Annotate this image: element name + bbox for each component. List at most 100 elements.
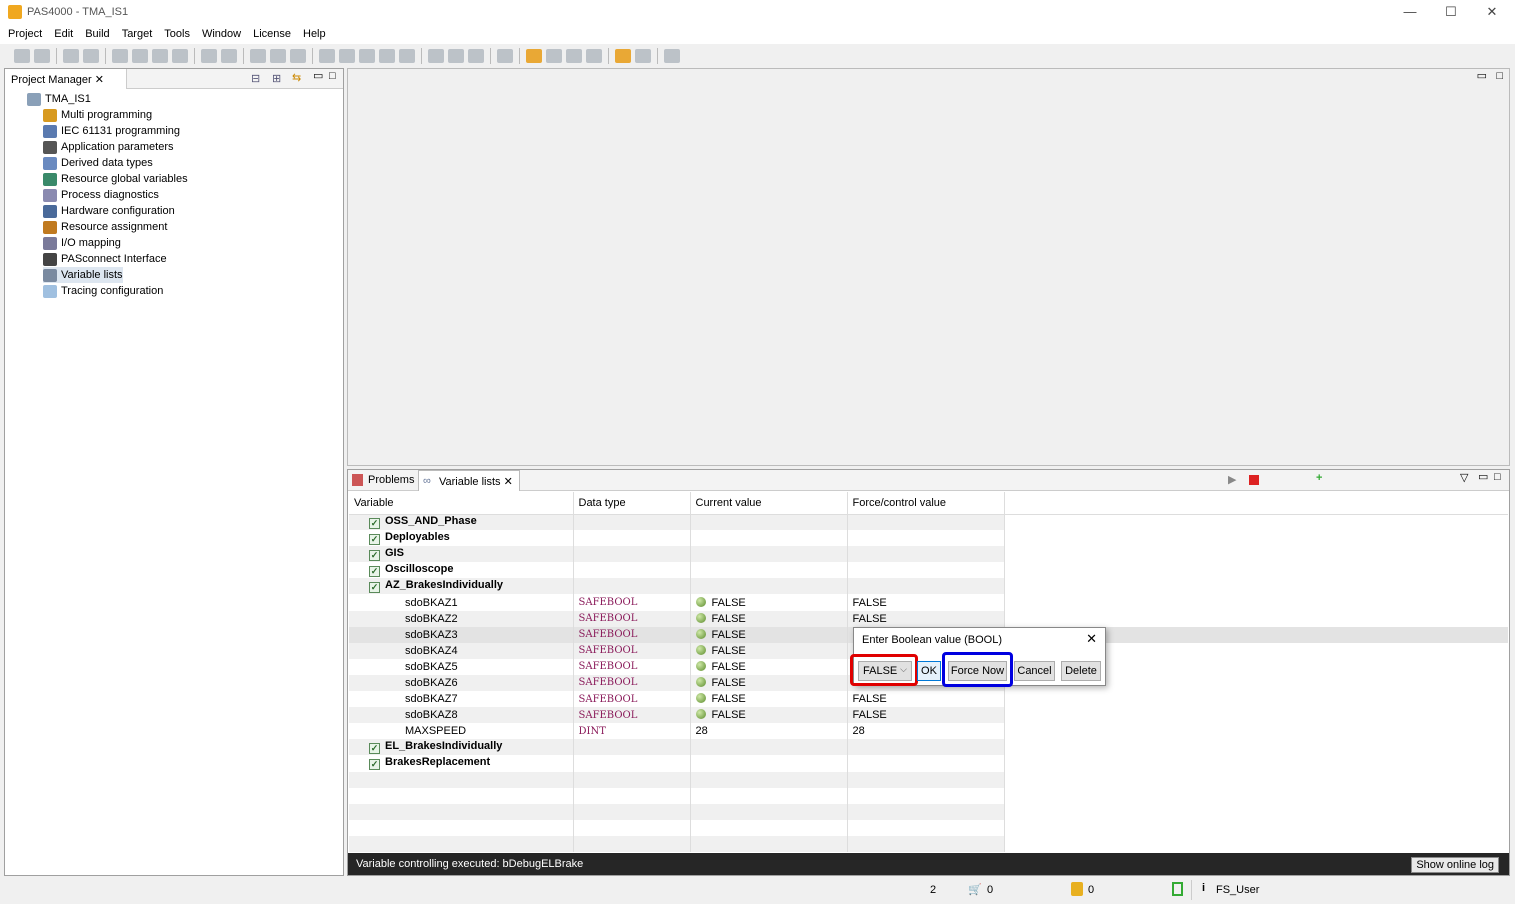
checkbox[interactable]: ✓: [369, 582, 380, 594]
tab-project-manager[interactable]: Project Manager ✕: [5, 69, 127, 89]
ok-button[interactable]: OK: [917, 661, 941, 681]
table-row[interactable]: ✓ Oscilloscope: [349, 562, 1508, 579]
toolbar-button-icon[interactable]: [635, 49, 651, 63]
tree-item[interactable]: Application parameters: [43, 139, 174, 155]
toolbar-button-icon[interactable]: [546, 49, 562, 63]
toolbar-button-icon[interactable]: [34, 49, 50, 63]
table-row[interactable]: ✓ Deployables: [349, 530, 1508, 547]
minimize-button[interactable]: —: [1400, 4, 1420, 22]
column-header-data-type[interactable]: Data type: [573, 492, 691, 515]
toolbar-button-icon[interactable]: [63, 49, 79, 63]
toolbar-button-icon[interactable]: [566, 49, 582, 63]
table-row[interactable]: ✓ BrakesReplacement: [349, 755, 1508, 772]
table-row[interactable]: sdoBKAZ7 SAFEBOOL FALSE FALSE: [349, 691, 1508, 708]
minimize-view-icon[interactable]: ▭: [313, 69, 323, 82]
toolbar-button-icon[interactable]: [83, 49, 99, 63]
delete-button[interactable]: Delete: [1061, 661, 1101, 681]
maximize-view-icon[interactable]: □: [1496, 70, 1503, 82]
stop-icon[interactable]: [1249, 475, 1259, 485]
close-icon[interactable]: ✕: [95, 74, 104, 86]
collapse-all-icon[interactable]: ⊟: [251, 72, 260, 85]
menu-target[interactable]: Target: [122, 26, 159, 44]
toolbar-button-icon[interactable]: [586, 49, 602, 63]
tree-item[interactable]: IEC 61131 programming: [43, 123, 180, 139]
tree-item[interactable]: Tracing configuration: [43, 283, 163, 299]
column-header-current-value[interactable]: Current value: [690, 492, 848, 515]
menu-tools[interactable]: Tools: [164, 26, 196, 44]
toolbar-button-icon[interactable]: [448, 49, 464, 63]
table-row[interactable]: ✓ EL_BrakesIndividually: [349, 739, 1508, 756]
force-value[interactable]: 28: [847, 723, 1005, 740]
toolbar-button-icon[interactable]: [379, 49, 395, 63]
force-now-button[interactable]: Force Now: [948, 661, 1007, 681]
table-row[interactable]: ✓ AZ_BrakesIndividually: [349, 578, 1508, 595]
tree-item[interactable]: Process diagnostics: [43, 187, 159, 203]
expand-all-icon[interactable]: ⊞: [272, 72, 281, 85]
checkbox[interactable]: ✓: [369, 550, 380, 562]
toolbar-button-icon[interactable]: [428, 49, 444, 63]
toolbar-button-icon[interactable]: [615, 49, 631, 63]
menu-edit[interactable]: Edit: [54, 26, 79, 44]
force-value[interactable]: FALSE: [847, 610, 1005, 627]
toolbar-button-icon[interactable]: [664, 49, 680, 63]
cancel-button[interactable]: Cancel: [1014, 661, 1055, 681]
checkbox[interactable]: ✓: [369, 518, 380, 530]
toolbar-button-icon[interactable]: [339, 49, 355, 63]
tree-item[interactable]: Hardware configuration: [43, 203, 175, 219]
menu-help[interactable]: Help: [303, 26, 332, 44]
certificate-icon[interactable]: [1172, 882, 1183, 896]
toolbar-button-icon[interactable]: [250, 49, 266, 63]
toolbar-button-icon[interactable]: [290, 49, 306, 63]
table-row[interactable]: ✓ GIS: [349, 546, 1508, 563]
menu-build[interactable]: Build: [85, 26, 115, 44]
toolbar-button-icon[interactable]: [270, 49, 286, 63]
view-menu-icon[interactable]: ▽: [1460, 471, 1468, 484]
link-icon[interactable]: ⇆: [292, 71, 301, 84]
table-row[interactable]: sdoBKAZ8 SAFEBOOL FALSE FALSE: [349, 707, 1508, 724]
table-row[interactable]: sdoBKAZ2 SAFEBOOL FALSE FALSE: [349, 610, 1508, 627]
tab-variable-lists[interactable]: ∞ Variable lists ✕: [418, 470, 520, 491]
tree-item[interactable]: Multi programming: [43, 107, 152, 123]
tree-item[interactable]: PASconnect Interface: [43, 251, 167, 267]
add-icon[interactable]: +: [1316, 472, 1322, 484]
menu-window[interactable]: Window: [202, 26, 247, 44]
toolbar-button-icon[interactable]: [132, 49, 148, 63]
tree-item[interactable]: Resource global variables: [43, 171, 188, 187]
checkbox[interactable]: ✓: [369, 759, 380, 771]
run-icon[interactable]: ▶: [1228, 473, 1236, 486]
tree-root[interactable]: TMA_IS1: [27, 91, 91, 107]
toolbar-button-icon[interactable]: [468, 49, 484, 63]
close-icon[interactable]: ✕: [504, 476, 513, 488]
show-online-log-button[interactable]: Show online log: [1411, 857, 1499, 873]
toolbar-button-icon[interactable]: [201, 49, 217, 63]
checkbox[interactable]: ✓: [369, 743, 380, 755]
toolbar-button-icon[interactable]: [319, 49, 335, 63]
toolbar-button-icon[interactable]: [14, 49, 30, 63]
close-button[interactable]: ✕: [1482, 4, 1502, 22]
maximize-button[interactable]: ☐: [1441, 4, 1461, 22]
column-header-force-value[interactable]: Force/control value: [847, 492, 1005, 515]
toolbar-button-icon[interactable]: [497, 49, 513, 63]
column-header-variable[interactable]: Variable: [349, 492, 574, 515]
table-row[interactable]: ✓ OSS_AND_Phase: [349, 514, 1508, 531]
tree-item[interactable]: Variable lists: [43, 267, 123, 283]
close-icon[interactable]: ✕: [1086, 631, 1097, 647]
minimize-view-icon[interactable]: ▭: [1477, 69, 1487, 82]
maximize-view-icon[interactable]: □: [1494, 471, 1501, 483]
checkbox[interactable]: ✓: [369, 566, 380, 578]
checkbox[interactable]: ✓: [369, 534, 380, 546]
tree-item[interactable]: I/O mapping: [43, 235, 121, 251]
toolbar-button-icon[interactable]: [172, 49, 188, 63]
toolbar-button-icon[interactable]: [526, 49, 542, 63]
toolbar-button-icon[interactable]: [221, 49, 237, 63]
minimize-view-icon[interactable]: ▭: [1478, 470, 1488, 483]
table-row[interactable]: sdoBKAZ1 SAFEBOOL FALSE FALSE: [349, 594, 1508, 611]
tree-item[interactable]: Derived data types: [43, 155, 153, 171]
toolbar-button-icon[interactable]: [359, 49, 375, 63]
value-select[interactable]: FALSE ⌵: [858, 661, 912, 681]
tree-item[interactable]: Resource assignment: [43, 219, 167, 235]
maximize-view-icon[interactable]: □: [329, 70, 336, 82]
force-value[interactable]: FALSE: [847, 707, 1005, 724]
tab-problems[interactable]: Problems: [348, 470, 418, 491]
toolbar-button-icon[interactable]: [112, 49, 128, 63]
